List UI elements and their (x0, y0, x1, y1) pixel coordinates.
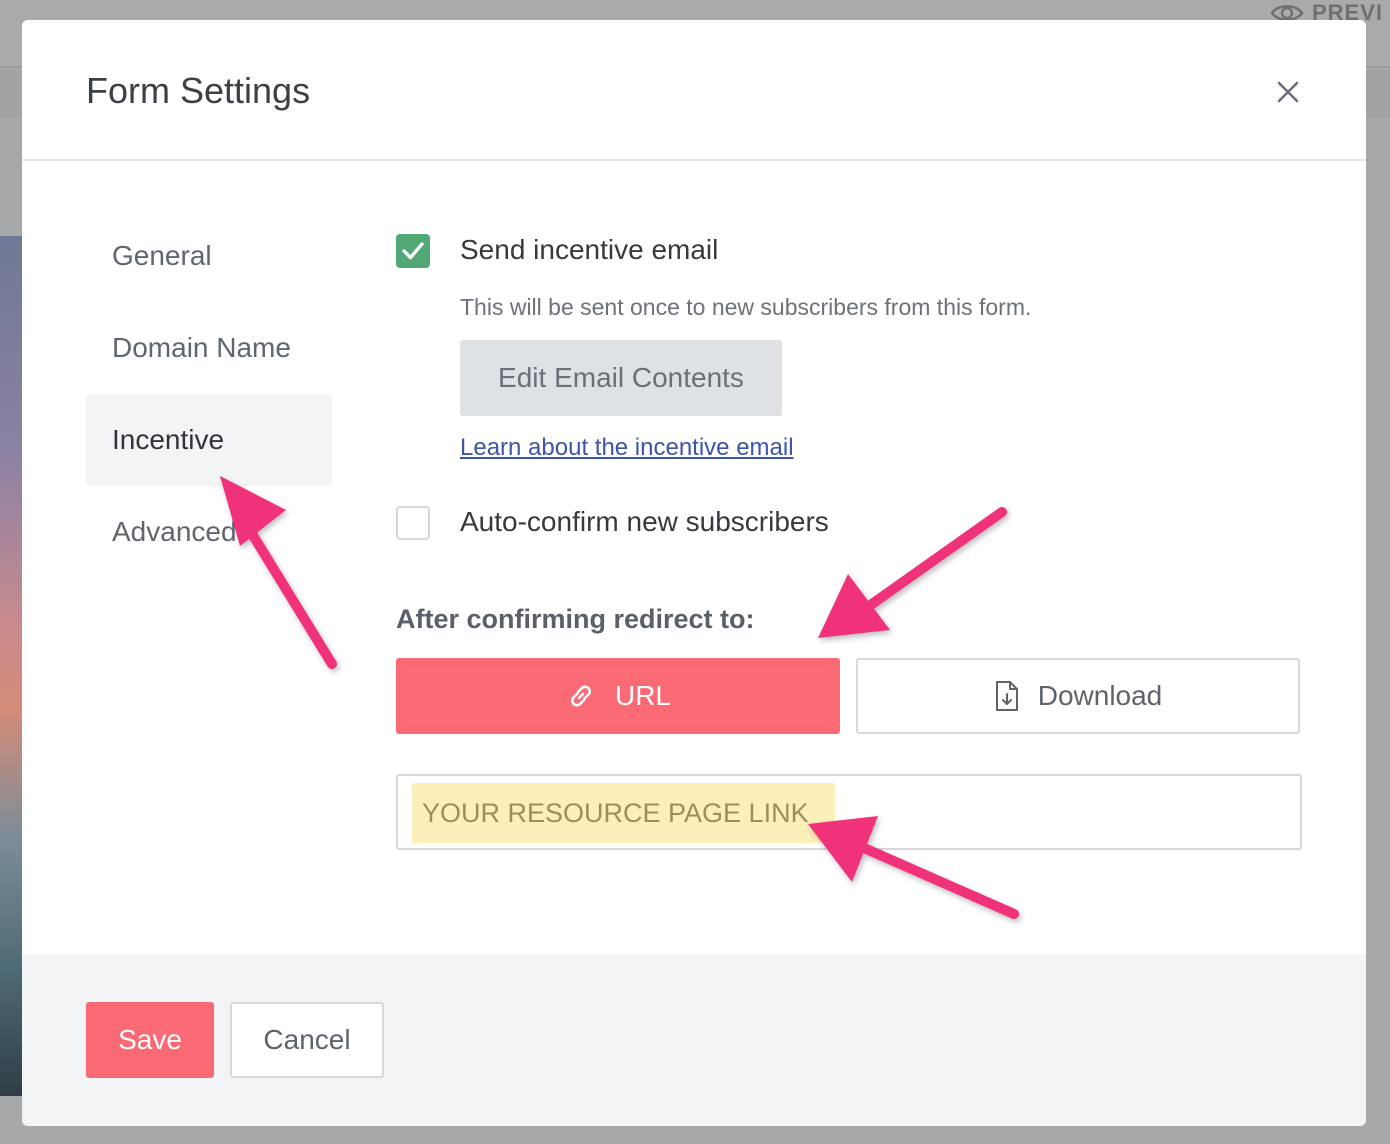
learn-incentive-email-link[interactable]: Learn about the incentive email (460, 434, 794, 462)
checkmark-icon (402, 242, 424, 260)
modal-title: Form Settings (86, 70, 311, 111)
cancel-button[interactable]: Cancel (230, 1002, 384, 1078)
sidebar-item-incentive[interactable]: Incentive (86, 394, 332, 486)
edit-email-contents-button[interactable]: Edit Email Contents (460, 340, 782, 416)
file-download-icon (995, 681, 1018, 711)
sidebar-item-general[interactable]: General (86, 210, 332, 302)
modal-header: Form Settings (22, 20, 1366, 161)
sidebar-item-advanced[interactable]: Advanced (86, 486, 332, 578)
close-button[interactable] (1272, 76, 1304, 108)
send-incentive-email-help: This will be sent once to new subscriber… (460, 294, 1032, 320)
redirect-url-value: YOUR RESOURCE PAGE LINK (412, 783, 835, 843)
link-icon (570, 685, 591, 707)
redirect-url-button[interactable]: URL (396, 658, 840, 734)
settings-sidebar: General Domain Name Incentive Advanced (86, 210, 332, 578)
redirect-download-button[interactable]: Download (856, 658, 1300, 734)
send-incentive-email-label: Send incentive email (460, 234, 719, 265)
close-icon (1277, 81, 1299, 103)
form-settings-modal: Form Settings General Domain Name Incent… (22, 20, 1366, 1126)
background-image-strip (0, 236, 22, 1096)
redirect-label: After confirming redirect to: (396, 604, 755, 634)
save-button[interactable]: Save (86, 1002, 214, 1078)
redirect-url-input[interactable]: YOUR RESOURCE PAGE LINK (396, 774, 1302, 850)
modal-footer: Save Cancel (22, 954, 1366, 1126)
auto-confirm-label: Auto-confirm new subscribers (460, 506, 829, 537)
sidebar-item-domain-name[interactable]: Domain Name (86, 302, 332, 394)
auto-confirm-checkbox[interactable] (396, 506, 430, 540)
send-incentive-email-checkbox[interactable] (396, 234, 430, 268)
